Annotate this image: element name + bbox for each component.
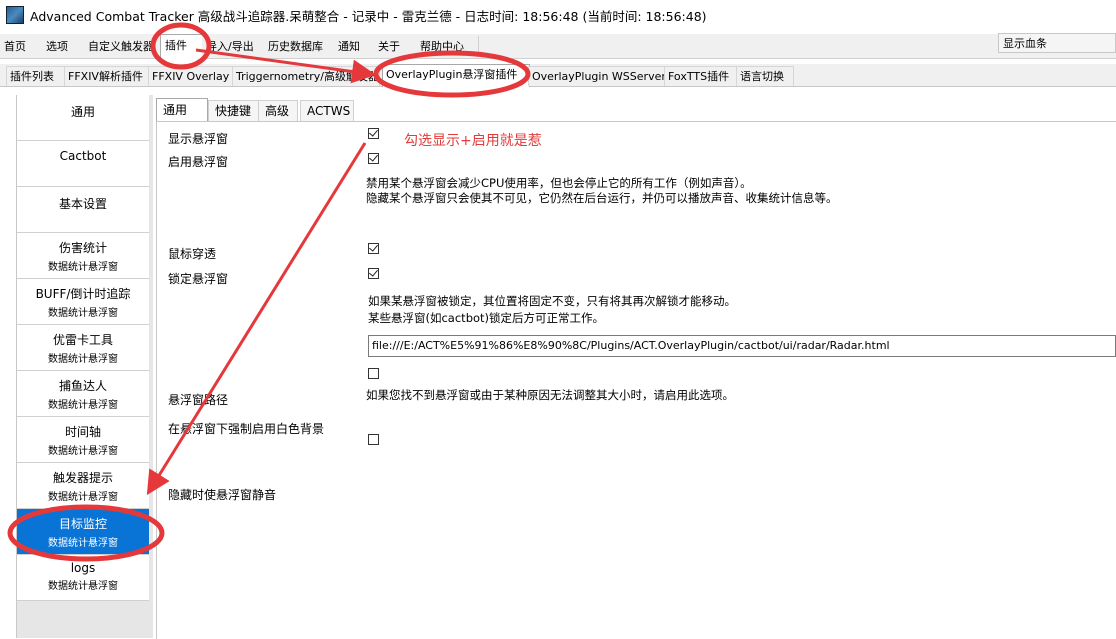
tab-ffxiv-overlay[interactable]: FFXIV Overlay	[148, 66, 236, 86]
overlay-path-label: 悬浮窗路径	[168, 393, 229, 407]
sidebar-item-title: 通用	[70, 105, 95, 119]
sidebar-item-title: 优雷卡工具	[52, 333, 113, 347]
white-bg-checkbox[interactable]	[368, 368, 379, 379]
sidebar-item-damage-stats[interactable]: 伤害统计 数据统计悬浮窗	[17, 233, 149, 279]
overlay-path-input[interactable]: file:///E:/ACT%E5%91%86%E8%90%8C/Plugins…	[368, 335, 1116, 357]
annotation-text: 勾选显示+启用就是惹	[404, 133, 542, 149]
sidebar-item-title: BUFF/倒计时追踪	[35, 287, 131, 301]
tab-plugins[interactable]: 插件	[160, 34, 204, 59]
force-white-bg-label: 在悬浮窗下强制启用白色背景	[168, 422, 325, 436]
tab-foxtts[interactable]: FoxTTS插件	[664, 66, 738, 86]
enable-overlay-desc-2: 隐藏某个悬浮窗只会使其不可见，它仍然在后台运行，并仍可以播放声音、收集统计信息等…	[366, 191, 838, 205]
sidebar-item-subtitle: 数据统计悬浮窗	[48, 538, 118, 549]
tab-notify[interactable]: 通知	[334, 36, 377, 57]
tab-overlay-plugin[interactable]: OverlayPlugin悬浮窗插件	[382, 64, 530, 87]
overlay-list-sidebar: 通用 Cactbot 基本设置 伤害统计 数据统计悬浮窗 BUFF/倒计时追踪 …	[16, 95, 153, 638]
sidebar-item-title: 捕鱼达人	[58, 379, 107, 393]
sidebar-item-subtitle: 数据统计悬浮窗	[48, 262, 118, 273]
tab-options[interactable]: 选项	[42, 36, 85, 57]
enable-overlay-checkbox[interactable]	[368, 153, 379, 164]
sidebar-item-fishing[interactable]: 捕鱼达人 数据统计悬浮窗	[17, 371, 149, 417]
white-bg-desc: 如果您找不到悬浮窗或由于某种原因无法调整其大小时，请启用此选项。	[366, 388, 734, 402]
tab-general-settings[interactable]: 通用	[156, 98, 208, 123]
show-overlay-label: 显示悬浮窗	[168, 132, 229, 146]
tab-about[interactable]: 关于	[374, 36, 417, 57]
mute-when-hidden-label: 隐藏时使悬浮窗静音	[168, 488, 277, 502]
sidebar-item-logs[interactable]: logs 数据统计悬浮窗	[17, 555, 149, 601]
sidebar-item-basic-settings[interactable]: 基本设置	[17, 187, 149, 233]
force-white-bg-checkbox[interactable]	[368, 434, 379, 445]
enable-overlay-label: 启用悬浮窗	[168, 155, 229, 169]
window-title: Advanced Combat Tracker 高级战斗追踪器.呆萌整合 - 记…	[30, 8, 707, 24]
sidebar-item-title: 触发器提示	[52, 471, 113, 485]
display-option-select[interactable]: 显示血条	[998, 33, 1116, 53]
lock-overlay-desc-2: 某些悬浮窗(如cactbot)锁定后方可正常工作。	[368, 311, 605, 325]
sidebar-item-title: 伤害统计	[58, 241, 107, 255]
tab-advanced[interactable]: 高级	[258, 100, 298, 121]
tab-overlay-wsserver[interactable]: OverlayPlugin WSServer	[528, 66, 666, 86]
sidebar-item-timeline[interactable]: 时间轴 数据统计悬浮窗	[17, 417, 149, 463]
tab-help-center[interactable]: 帮助中心	[416, 36, 479, 57]
tab-history-db[interactable]: 历史数据库	[264, 36, 337, 57]
sidebar-item-eureka[interactable]: 优雷卡工具 数据统计悬浮窗	[17, 325, 149, 371]
title-bar: Advanced Combat Tracker 高级战斗追踪器.呆萌整合 - 记…	[0, 0, 1116, 30]
sidebar-item-general[interactable]: 通用	[17, 95, 149, 141]
lock-overlay-label: 锁定悬浮窗	[168, 272, 229, 286]
show-overlay-checkbox[interactable]	[368, 128, 379, 139]
click-through-label: 鼠标穿透	[168, 247, 217, 261]
sidebar-item-title: Cactbot	[59, 149, 107, 163]
plugin-tab-bar: 插件列表 FFXIV解析插件 FFXIV Overlay Triggernome…	[0, 64, 1116, 87]
tab-home[interactable]: 首页	[0, 36, 43, 57]
sidebar-item-subtitle: 数据统计悬浮窗	[48, 492, 118, 503]
sidebar-item-subtitle: 数据统计悬浮窗	[48, 446, 118, 457]
sidebar-item-subtitle: 数据统计悬浮窗	[48, 308, 118, 319]
tab-language[interactable]: 语言切换	[736, 66, 794, 86]
tab-ffxiv-parser[interactable]: FFXIV解析插件	[64, 66, 152, 86]
click-through-checkbox[interactable]	[368, 243, 379, 254]
sidebar-item-subtitle: 数据统计悬浮窗	[48, 581, 118, 592]
lock-overlay-checkbox[interactable]	[368, 268, 379, 279]
tab-plugin-list[interactable]: 插件列表	[6, 66, 68, 86]
sidebar-item-subtitle: 数据统计悬浮窗	[48, 354, 118, 365]
tab-custom-triggers[interactable]: 自定义触发器	[84, 36, 161, 57]
sidebar-item-buff-timer[interactable]: BUFF/倒计时追踪 数据统计悬浮窗	[17, 279, 149, 325]
tab-actws[interactable]: ACTWS	[300, 100, 354, 121]
app-icon	[6, 6, 24, 24]
sidebar-item-title: 目标监控	[58, 517, 107, 531]
sidebar-item-cactbot[interactable]: Cactbot	[17, 141, 149, 187]
enable-overlay-desc-1: 禁用某个悬浮窗会减少CPU使用率，但也会停止它的所有工作（例如声音）。	[366, 176, 752, 190]
sidebar-item-subtitle: 数据统计悬浮窗	[48, 400, 118, 411]
sidebar-item-title: 基本设置	[58, 197, 107, 211]
sidebar-item-title: 时间轴	[64, 425, 101, 439]
sidebar-item-target-monitor[interactable]: 目标监控 数据统计悬浮窗	[17, 509, 149, 555]
lock-overlay-desc-1: 如果某悬浮窗被锁定，其位置将固定不变，只有将其再次解锁才能移动。	[368, 294, 736, 308]
tab-hotkeys[interactable]: 快捷键	[208, 100, 260, 121]
main-tab-bar: 首页 选项 自定义触发器 插件 导入/导出 历史数据库 通知 关于 帮助中心	[0, 34, 1116, 59]
sidebar-item-trigger-alerts[interactable]: 触发器提示 数据统计悬浮窗	[17, 463, 149, 509]
tab-triggernometry[interactable]: Triggernometry/高级触发器	[232, 66, 380, 86]
sidebar-item-title: logs	[70, 561, 96, 575]
tab-import-export[interactable]: 导入/导出	[202, 36, 267, 57]
